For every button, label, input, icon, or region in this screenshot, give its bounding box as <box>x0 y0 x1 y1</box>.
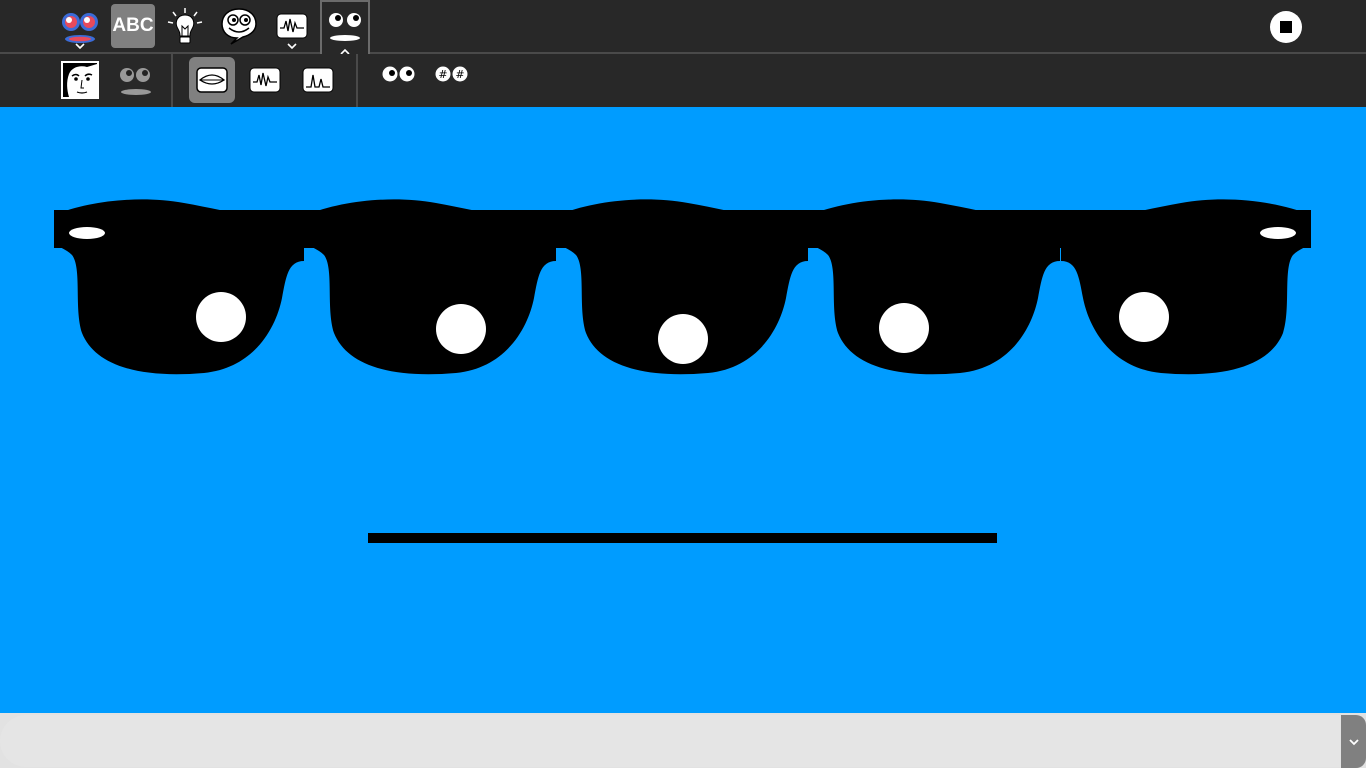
spectrum-button[interactable] <box>295 57 341 103</box>
waveform-icon <box>249 67 281 93</box>
separator <box>171 54 173 107</box>
idea-icon <box>167 8 203 44</box>
face-photo-icon <box>61 61 99 99</box>
pupil-1 <box>196 292 246 342</box>
pupil-5 <box>1119 292 1169 342</box>
svg-text:#: # <box>455 68 464 81</box>
eye-hash-button[interactable]: # # <box>428 54 474 94</box>
speech-text-input[interactable] <box>0 715 1340 767</box>
eyes-mouth-button[interactable] <box>111 57 157 103</box>
chevron-down-icon <box>75 43 85 49</box>
spectrum-icon <box>302 67 334 93</box>
wave-icon <box>276 13 308 39</box>
pupil-2 <box>436 304 486 354</box>
face-tab[interactable] <box>320 0 370 55</box>
abc-button[interactable]: ABC <box>111 4 155 48</box>
glasses-frame <box>54 210 1311 248</box>
mouth-button[interactable] <box>189 57 235 103</box>
pupil-4 <box>879 303 929 353</box>
chat-icon <box>221 8 257 45</box>
history-dropdown-button[interactable] <box>1341 715 1366 768</box>
eyes-mouth-icon <box>120 68 151 95</box>
mouth-icon <box>196 67 228 93</box>
input-bar <box>0 713 1366 768</box>
speak-activity-icon <box>62 13 98 43</box>
svg-text:#: # <box>438 68 447 81</box>
glare-right <box>1260 227 1296 239</box>
separator <box>356 54 358 107</box>
face-drawing <box>54 199 1311 543</box>
eye-count-button[interactable] <box>375 54 421 94</box>
idea-button[interactable] <box>163 4 207 48</box>
activity-button[interactable] <box>58 4 102 49</box>
mouth-line <box>368 533 997 543</box>
face-photo-button[interactable] <box>57 57 103 103</box>
glare-left <box>69 227 105 239</box>
face-icon <box>329 13 361 41</box>
stop-button[interactable] <box>1264 5 1308 49</box>
chevron-down-icon <box>287 43 297 49</box>
pupil-3 <box>658 314 708 364</box>
waveform-button[interactable] <box>242 57 288 103</box>
chat-button[interactable] <box>217 4 261 48</box>
chevron-down-icon <box>1348 738 1359 745</box>
wave-button[interactable] <box>270 4 314 49</box>
eye-count-icon <box>382 66 415 82</box>
stop-icon <box>1270 11 1302 43</box>
face-canvas <box>0 107 1366 713</box>
eye-hash-icon: # # <box>435 66 468 82</box>
main-toolbar: ABC <box>0 0 1366 55</box>
